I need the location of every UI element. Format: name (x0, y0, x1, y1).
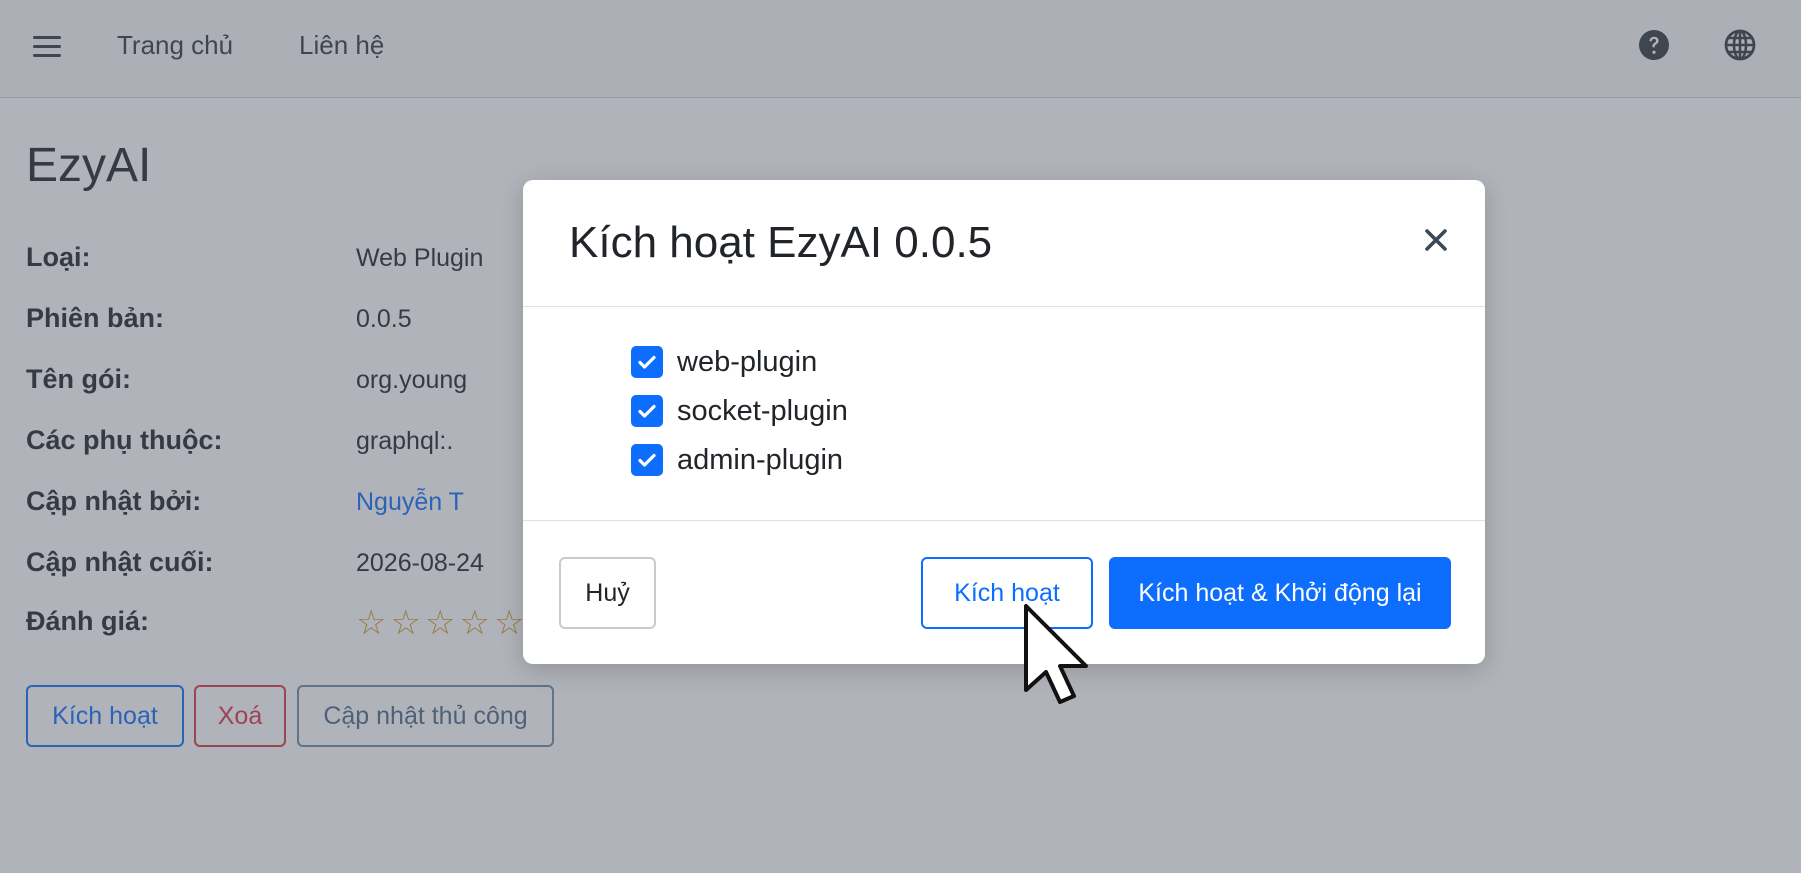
checkbox-checked-icon[interactable] (631, 444, 663, 476)
plugin-detail-page: Trang chủ Liên hệ EzyAI Loại: Web Plugin… (0, 0, 1801, 873)
modal-footer: Huỷ Kích hoạt Kích hoạt & Khởi động lại (523, 520, 1485, 664)
modal-activate-button[interactable]: Kích hoạt (921, 557, 1093, 629)
modal-header: Kích hoạt EzyAI 0.0.5 (523, 180, 1485, 307)
option-socket-plugin[interactable]: socket-plugin (631, 394, 848, 428)
close-icon[interactable] (1418, 222, 1454, 258)
checkbox-checked-icon[interactable] (631, 346, 663, 378)
option-admin-plugin[interactable]: admin-plugin (631, 443, 843, 477)
option-label: admin-plugin (677, 443, 844, 476)
cancel-button[interactable]: Huỷ (559, 557, 656, 629)
checkbox-checked-icon[interactable] (631, 395, 663, 427)
option-label: web-plugin (677, 345, 818, 378)
activate-restart-button[interactable]: Kích hoạt & Khởi động lại (1109, 557, 1451, 629)
option-web-plugin[interactable]: web-plugin (631, 345, 817, 379)
activate-plugin-modal: Kích hoạt EzyAI 0.0.5 web-plugin socket-… (523, 180, 1485, 664)
modal-title: Kích hoạt EzyAI 0.0.5 (569, 218, 993, 267)
option-label: socket-plugin (677, 394, 848, 427)
